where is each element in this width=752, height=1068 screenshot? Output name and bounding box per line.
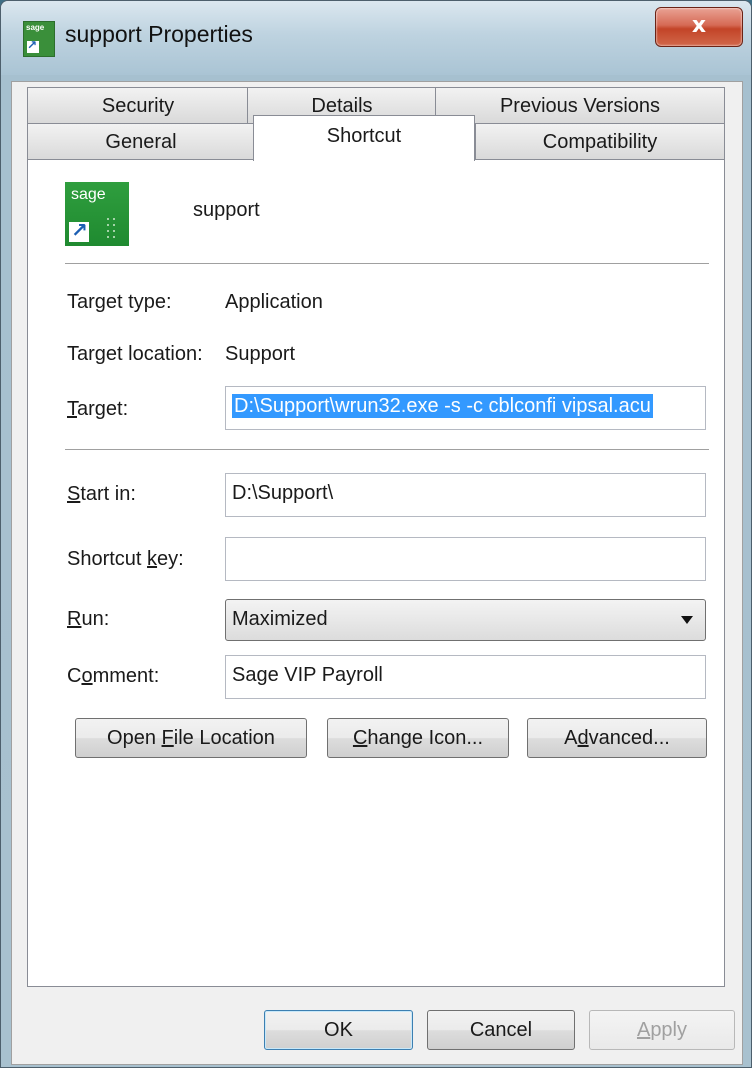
- sage-dots-icon: [105, 216, 119, 238]
- target-type-value: Application: [225, 291, 323, 313]
- advanced-key: d: [577, 727, 589, 749]
- target-label-key: T: [67, 398, 77, 420]
- title-bar[interactable]: sage support Properties x: [1, 1, 751, 75]
- sage-shortcut-icon: sage: [23, 21, 55, 57]
- start-in-label: Start in:: [67, 483, 136, 506]
- target-type-label: Target type:: [67, 291, 172, 313]
- open-file-location-key: F: [161, 727, 174, 749]
- close-button[interactable]: x: [655, 7, 743, 47]
- comment-label-rest: mment:: [92, 665, 160, 687]
- shortcut-key-label-rest: ey:: [157, 548, 184, 570]
- open-file-location-button[interactable]: Open File Location: [75, 718, 307, 758]
- change-icon-key: C: [352, 727, 368, 749]
- shortcut-arrow-icon: [27, 38, 39, 53]
- run-label-rest: un:: [81, 608, 110, 630]
- sage-logo-text: sage: [71, 186, 106, 203]
- target-location-value: Support: [225, 343, 296, 365]
- target-value: D:\Support\wrun32.exe -s -c cblconfi vip…: [232, 394, 653, 418]
- tab-shortcut[interactable]: Shortcut: [253, 115, 475, 161]
- apply-button[interactable]: Apply: [589, 1010, 735, 1050]
- shortcut-key-label: Shortcut key:: [67, 548, 184, 571]
- target-label: Target:: [67, 398, 128, 421]
- window-title: support Properties: [65, 21, 253, 47]
- shortcut-key-label-key: k: [147, 548, 158, 570]
- tab-general[interactable]: General: [27, 123, 255, 161]
- run-label-key: R: [67, 608, 82, 630]
- apply-rest: pply: [650, 1019, 688, 1041]
- start-in-field[interactable]: D:\Support\: [225, 473, 706, 517]
- shortcut-key-label-pre: Shortcut: [67, 548, 148, 570]
- start-in-label-rest: tart in:: [80, 483, 136, 505]
- ok-button[interactable]: OK: [264, 1010, 413, 1050]
- advanced-pre: A: [564, 727, 578, 749]
- comment-label: Comment:: [67, 665, 159, 688]
- properties-dialog: sage support Properties x Security Detai…: [0, 0, 752, 1068]
- comment-label-pre: C: [67, 665, 82, 687]
- shortcut-arrow-icon: [69, 218, 89, 242]
- app-icon-text: sage: [26, 23, 45, 32]
- change-icon-rest: hange Icon...: [367, 727, 484, 749]
- tab-security[interactable]: Security: [27, 87, 249, 125]
- run-dropdown[interactable]: Maximized: [225, 599, 706, 641]
- comment-label-key: o: [81, 665, 93, 687]
- sage-app-icon: sage: [65, 182, 129, 246]
- apply-key: A: [636, 1019, 651, 1041]
- shortcut-name: support: [193, 199, 260, 221]
- shortcut-key-field[interactable]: [225, 537, 706, 581]
- divider: [65, 263, 709, 265]
- open-file-location-rest: ile Location: [173, 727, 275, 749]
- advanced-button[interactable]: Advanced...: [527, 718, 707, 758]
- comment-field[interactable]: Sage VIP Payroll: [225, 655, 706, 699]
- target-location-label: Target location:: [67, 343, 203, 365]
- tab-compatibility[interactable]: Compatibility: [475, 123, 725, 161]
- target-field[interactable]: D:\Support\wrun32.exe -s -c cblconfi vip…: [225, 386, 706, 430]
- change-icon-button[interactable]: Change Icon...: [327, 718, 509, 758]
- divider: [65, 449, 709, 451]
- start-in-label-key: S: [67, 483, 81, 505]
- run-label: Run:: [67, 608, 109, 631]
- run-dropdown-value: Maximized: [232, 608, 328, 630]
- target-label-rest: arget:: [77, 398, 129, 420]
- advanced-rest: vanced...: [588, 727, 670, 749]
- open-file-location-pre: Open: [107, 727, 162, 749]
- tab-previous-versions[interactable]: Previous Versions: [435, 87, 725, 125]
- chevron-down-icon: [681, 616, 693, 624]
- cancel-button[interactable]: Cancel: [427, 1010, 575, 1050]
